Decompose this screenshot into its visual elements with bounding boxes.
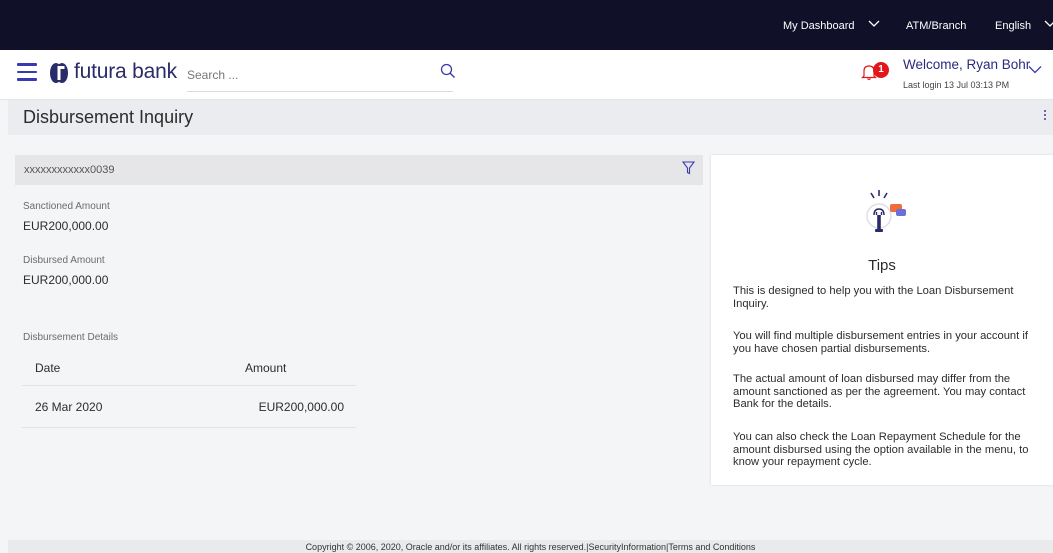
account-number: xxxxxxxxxxxx0039 [24,164,115,176]
disbursement-table: Date Amount 26 Mar 2020 EUR200,000.00 [22,348,356,428]
row-amount: EUR200,000.00 [258,400,344,414]
column-header-amount: Amount [245,361,287,375]
page-title-bar: Disbursement Inquiry [8,100,1053,135]
language-selector[interactable]: English [995,0,1031,50]
futura-logo-icon [50,63,68,83]
chevron-down-icon[interactable] [1044,20,1053,28]
table-header: Date Amount [22,348,356,386]
notification-badge[interactable]: 1 [873,62,889,78]
row-date: 26 Mar 2020 [35,400,103,414]
chevron-down-icon[interactable] [868,20,880,28]
search-icon[interactable] [440,63,456,79]
account-selector-bar[interactable]: xxxxxxxxxxxx0039 [15,155,703,185]
sanctioned-amount-label: Sanctioned Amount [23,201,110,212]
page-title: Disbursement Inquiry [23,107,194,127]
tip-item: You will find multiple disbursement entr… [733,330,1028,355]
tips-card: Tips This is designed to help you with t… [711,155,1053,485]
kebab-menu-icon[interactable] [1043,110,1047,126]
disbursement-details-label: Disbursement Details [23,332,119,343]
chevron-down-icon[interactable] [1028,65,1042,74]
tip-item: This is designed to help you with the Lo… [733,285,1014,310]
header: futura bank 1 Welcome, Ryan Bohr Last lo… [0,50,1053,100]
footer-text[interactable]: Copyright © 2006, 2020, Oracle and/or it… [306,542,756,552]
disbursed-amount-label: Disbursed Amount [23,255,105,266]
table-row: 26 Mar 2020 EUR200,000.00 [22,386,356,428]
tip-item: You can also check the Loan Repayment Sc… [733,431,1029,469]
top-bar: My Dashboard ATM/Branch English [0,0,1053,50]
column-header-date: Date [35,361,61,375]
tips-title: Tips [868,257,896,274]
bank-logo-text[interactable]: futura bank [74,60,177,84]
lightbulb-tips-icon [866,190,906,232]
disbursed-amount-value: EUR200,000.00 [23,273,109,287]
footer: Copyright © 2006, 2020, Oracle and/or it… [8,540,1053,553]
welcome-user[interactable]: Welcome, Ryan Bohr [903,57,1030,72]
atm-branch-link[interactable]: ATM/Branch [906,0,966,50]
sanctioned-amount-value: EUR200,000.00 [23,219,109,233]
last-login-text: Last login 13 Jul 03:13 PM [903,80,1010,90]
hamburger-icon[interactable] [17,63,37,81]
search-input[interactable] [187,58,453,92]
tip-item: The actual amount of loan disbursed may … [733,373,1026,411]
my-dashboard-menu[interactable]: My Dashboard [783,0,855,50]
filter-icon[interactable] [682,161,695,175]
